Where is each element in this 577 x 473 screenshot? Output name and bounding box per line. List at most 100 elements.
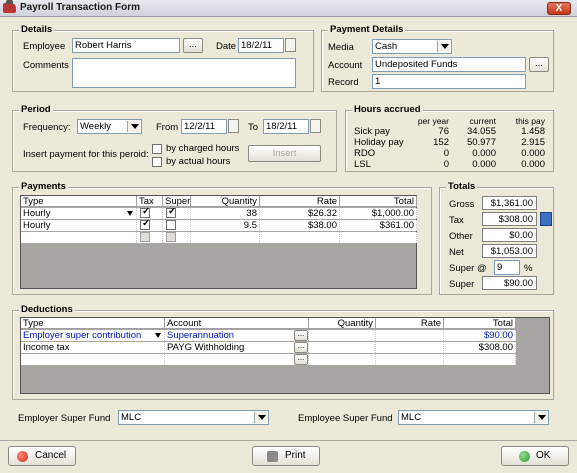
super-rate-field[interactable]: 9 <box>494 260 520 275</box>
by-actual-hours-checkbox[interactable] <box>152 157 162 167</box>
payment-total-cell: $361.00 <box>340 220 417 231</box>
deduction-rate-cell[interactable] <box>376 330 444 341</box>
hours-row-label: RDO <box>354 148 376 159</box>
deduction-quantity-cell[interactable] <box>309 342 376 353</box>
deduction-type-cell[interactable]: Employer super contribution <box>21 330 165 341</box>
tax-value[interactable]: $308.00 <box>482 212 537 226</box>
other-value: $0.00 <box>482 228 537 242</box>
account-field[interactable]: Undeposited Funds <box>372 57 526 72</box>
super-rate-label: Super @ <box>449 263 487 274</box>
frequency-value: Weekly <box>80 121 111 132</box>
employee-super-fund-select[interactable]: MLC <box>398 410 549 425</box>
deduction-type-cell[interactable] <box>21 354 165 365</box>
deduction-type-cell[interactable]: Income tax <box>21 342 165 353</box>
deduction-account-cell[interactable]: Superannuation ... <box>165 330 309 341</box>
deduction-total-cell: $90.00 <box>444 330 516 341</box>
payment-tax-checkbox[interactable] <box>140 232 150 242</box>
payment-rate-cell[interactable]: $38.00 <box>260 220 340 231</box>
payment-tax-cell <box>137 220 163 231</box>
hours-value: 0.000 <box>521 159 545 170</box>
close-button[interactable]: X <box>547 2 571 15</box>
deductions-title: Deductions <box>19 304 75 315</box>
chevron-down-icon <box>155 333 161 338</box>
deduction-rate-cell[interactable] <box>376 354 444 365</box>
payment-rate-cell[interactable] <box>260 232 340 243</box>
calendar-icon[interactable] <box>310 119 321 133</box>
employer-super-fund-label: Employer Super Fund <box>18 413 111 424</box>
chevron-down-icon <box>254 412 267 423</box>
print-button[interactable]: Print <box>252 446 320 466</box>
deduction-quantity-cell[interactable] <box>309 354 376 365</box>
frequency-select[interactable]: Weekly <box>77 119 142 134</box>
account-browse-button[interactable]: ... <box>294 342 308 353</box>
payment-type-cell[interactable] <box>21 232 137 243</box>
payment-total-cell: $1,000.00 <box>340 208 417 219</box>
deductions-col-rate: Rate <box>376 318 444 329</box>
comments-field[interactable] <box>72 58 296 88</box>
employee-browse-button[interactable]: ... <box>183 38 203 53</box>
cancel-label: Cancel <box>35 450 67 461</box>
chevron-down-icon <box>127 211 133 216</box>
payments-col-quantity: Quantity <box>191 196 260 207</box>
payment-quantity-cell[interactable] <box>191 232 260 243</box>
payments-grid: Type Tax Super Quantity Rate Total Hourl… <box>20 195 417 289</box>
hours-value: 34.055 <box>466 126 496 137</box>
payment-tax-checkbox[interactable] <box>140 208 150 218</box>
to-date-field[interactable]: 18/2/11 <box>263 119 309 134</box>
insert-button[interactable]: Insert <box>248 145 321 162</box>
by-charged-hours-label: by charged hours <box>166 143 240 154</box>
other-label: Other <box>449 231 473 242</box>
payment-quantity-cell[interactable]: 9.5 <box>191 220 260 231</box>
window-title: Payroll Transaction Form <box>20 2 141 13</box>
record-label: Record <box>328 77 359 88</box>
payments-col-total: Total <box>340 196 417 207</box>
date-field[interactable]: 18/2/11 <box>238 38 284 53</box>
hours-col-per-year: per year <box>417 116 449 126</box>
deduction-quantity-cell[interactable] <box>309 330 376 341</box>
by-actual-hours-label: by actual hours <box>166 156 231 167</box>
hours-value: 0 <box>443 148 449 159</box>
calculator-icon[interactable] <box>540 212 552 226</box>
payment-super-checkbox[interactable] <box>166 208 176 218</box>
hours-col-current: current <box>469 116 496 126</box>
media-label: Media <box>328 42 354 53</box>
payment-rate-cell[interactable]: $26.32 <box>260 208 340 219</box>
account-browse-button[interactable]: ... <box>529 57 549 72</box>
account-browse-button[interactable]: ... <box>294 354 308 365</box>
payment-tax-checkbox[interactable] <box>140 220 150 230</box>
from-date-field[interactable]: 12/2/11 <box>181 119 227 134</box>
deduction-account-cell[interactable]: ... <box>165 354 309 365</box>
ok-button[interactable]: OK <box>501 446 569 466</box>
account-browse-button[interactable]: ... <box>294 330 308 341</box>
payment-type-cell[interactable]: Hourly <box>21 208 137 219</box>
calendar-icon[interactable] <box>285 38 296 52</box>
cancel-icon <box>17 451 28 462</box>
payment-total-cell <box>340 232 417 243</box>
chevron-down-icon <box>437 41 450 52</box>
payment-type-cell[interactable]: Hourly <box>21 220 137 231</box>
media-select[interactable]: Cash <box>372 39 452 54</box>
employee-field[interactable]: Robert Harris <box>72 38 180 53</box>
deduction-account-cell[interactable]: PAYG Withholding ... <box>165 342 309 353</box>
calendar-icon[interactable] <box>228 119 239 133</box>
employer-super-fund-select[interactable]: MLC <box>118 410 269 425</box>
payment-quantity-cell[interactable]: 38 <box>191 208 260 219</box>
to-label: To <box>248 122 259 133</box>
cancel-button[interactable]: Cancel <box>8 446 76 466</box>
deduction-rate-cell[interactable] <box>376 342 444 353</box>
hours-value: 2.915 <box>521 137 545 148</box>
by-charged-hours-checkbox[interactable] <box>152 144 162 154</box>
comments-label: Comments <box>23 60 69 71</box>
gross-label: Gross <box>449 199 475 210</box>
employee-super-fund-value: MLC <box>401 412 422 423</box>
hours-row-label: LSL <box>354 159 371 170</box>
super-value: $90.00 <box>482 276 537 290</box>
deduction-total-cell: $308.00 <box>444 342 516 353</box>
chevron-down-icon <box>127 121 140 132</box>
hours-accrued-title: Hours accrued <box>352 104 423 115</box>
payment-super-cell <box>163 220 191 231</box>
record-field[interactable]: 1 <box>372 74 526 89</box>
payment-super-checkbox[interactable] <box>166 220 176 230</box>
details-title: Details <box>19 24 55 35</box>
payment-super-checkbox[interactable] <box>166 232 176 242</box>
